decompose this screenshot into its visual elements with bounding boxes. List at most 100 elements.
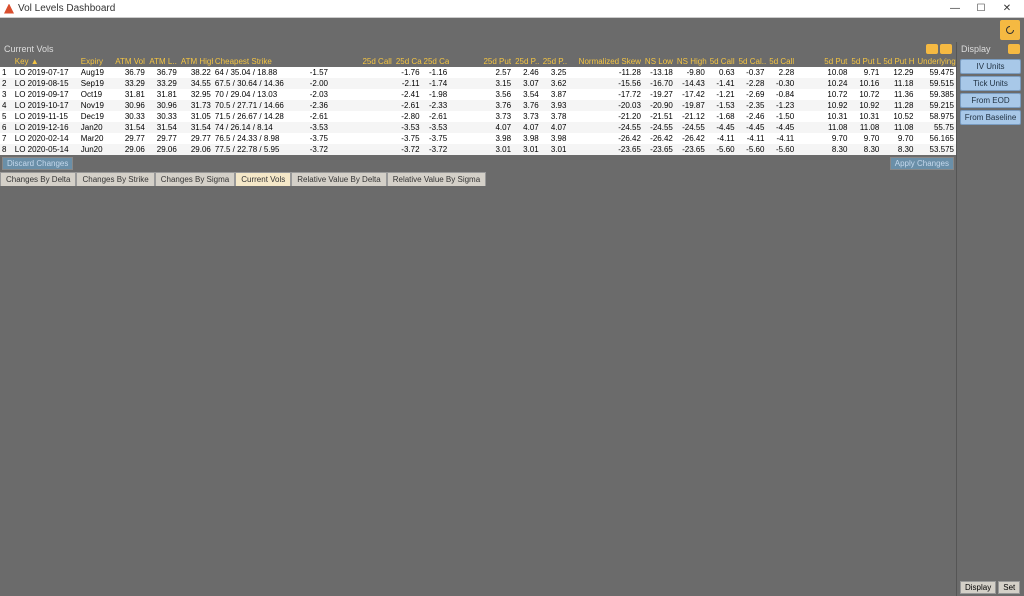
table-cell: LO 2019-09-17 [13,89,79,100]
table-row[interactable]: 7LO 2020-02-14Mar2029.7729.7729.7776.5 /… [0,133,956,144]
display-button[interactable]: Display [960,581,996,594]
column-header[interactable]: 5d Call [707,56,737,67]
table-cell: -1.98 [422,89,450,100]
table-cell: 77.5 / 22.78 / 5.95 [213,144,300,155]
column-header[interactable]: Key ▲ [13,56,79,67]
column-header[interactable]: ATM Vol [113,56,147,67]
column-header[interactable]: 5d Call [766,56,796,67]
table-cell: -17.72 [568,89,643,100]
table-cell: -3.53 [300,122,330,133]
table-cell: 4 [0,100,13,111]
table-cell: 31.54 [113,122,147,133]
column-header[interactable]: 5d Put H.. [881,56,915,67]
table-header-row[interactable]: Key ▲ExpiryATM VolATM L..ATM HighCheapes… [0,56,956,67]
table-cell: Aug19 [79,67,113,78]
table-cell: -2.46 [737,111,767,122]
maximize-button[interactable]: ☐ [968,1,994,17]
table-cell: 10.24 [796,78,849,89]
table-cell: LO 2019-10-17 [13,100,79,111]
side-buttons: IV Units Tick Units From EOD From Baseline [957,56,1024,128]
column-header[interactable]: ATM High [179,56,213,67]
minimize-button[interactable]: — [942,1,968,17]
table-cell: 70 / 29.04 / 13.03 [213,89,300,100]
table-cell: LO 2020-05-14 [13,144,79,155]
table-cell: -4.45 [707,122,737,133]
table-cell: 3.78 [541,111,569,122]
refresh-icon[interactable] [1000,20,1020,40]
panel-settings-icon[interactable] [926,44,938,54]
apply-changes-button[interactable]: Apply Changes [890,157,954,170]
tab-relative-value-by-delta[interactable]: Relative Value By Delta [291,172,386,186]
table-row[interactable]: 1LO 2019-07-17Aug1936.7936.7938.2264 / 3… [0,67,956,78]
table-cell: 3.98 [449,133,513,144]
table-cell: -26.42 [568,133,643,144]
column-header[interactable]: Underlying [915,56,956,67]
column-header[interactable]: ATM L.. [147,56,179,67]
table-cell: -4.11 [737,133,767,144]
tab-changes-by-sigma[interactable]: Changes By Sigma [155,172,235,186]
table-cell: 3.56 [449,89,513,100]
column-header[interactable] [0,56,13,67]
tab-relative-value-by-sigma[interactable]: Relative Value By Sigma [387,172,486,186]
table-cell: -21.20 [568,111,643,122]
tab-changes-by-strike[interactable]: Changes By Strike [76,172,154,186]
right-panel: Display IV Units Tick Units From EOD From B… [956,42,1024,596]
right-panel-title: Display [961,44,991,54]
table-cell: 31.05 [179,111,213,122]
column-header[interactable]: 25d Ca.. [394,56,422,67]
column-header[interactable]: 5d Put L.. [849,56,881,67]
table-cell: -2.80 [394,111,422,122]
column-header[interactable]: 25d Ca.. [422,56,450,67]
table-cell: 3.01 [449,144,513,155]
set-button[interactable]: Set [998,581,1020,594]
table-cell: 10.16 [849,78,881,89]
table-row[interactable]: 5LO 2019-11-15Dec1930.3330.3331.0571.5 /… [0,111,956,122]
right-panel-settings-icon[interactable] [1008,44,1020,54]
table-cell: 10.31 [849,111,881,122]
table-cell: 6 [0,122,13,133]
column-header[interactable]: 25d Put [449,56,513,67]
column-header[interactable]: NS Low [643,56,675,67]
table-cell: -23.65 [568,144,643,155]
table-row[interactable]: 6LO 2019-12-16Jan2031.5431.5431.5474 / 2… [0,122,956,133]
column-header[interactable]: 25d P.. [513,56,541,67]
table-cell: 2.28 [766,67,796,78]
table-cell: 56.165 [915,133,956,144]
table-cell: 9.70 [796,133,849,144]
discard-changes-button[interactable]: Discard Changes [2,157,73,170]
column-header[interactable] [300,56,330,67]
from-baseline-button[interactable]: From Baseline [960,110,1021,125]
table-cell: -21.12 [675,111,707,122]
table-cell: 31.81 [113,89,147,100]
table-row[interactable]: 4LO 2019-10-17Nov1930.9630.9631.7370.5 /… [0,100,956,111]
panel-close-icon[interactable] [940,44,952,54]
column-header[interactable]: Cheapest Strike [213,56,300,67]
column-header[interactable]: 25d P.. [541,56,569,67]
column-header[interactable]: 5d Put [796,56,849,67]
column-header[interactable]: 25d Call [330,56,394,67]
table-cell: -23.65 [675,144,707,155]
table-cell: -3.53 [422,122,450,133]
column-header[interactable]: Expiry [79,56,113,67]
table-cell: 11.08 [796,122,849,133]
table-cell [330,133,394,144]
table-cell: 11.08 [849,122,881,133]
tab-changes-by-delta[interactable]: Changes By Delta [0,172,76,186]
column-header[interactable]: Normalized Skew [568,56,643,67]
close-button[interactable]: ✕ [994,1,1020,17]
vol-levels-table[interactable]: Key ▲ExpiryATM VolATM L..ATM HighCheapes… [0,56,956,155]
table-cell: -2.61 [394,100,422,111]
table-row[interactable]: 3LO 2019-09-17Oct1931.8131.8132.9570 / 2… [0,89,956,100]
iv-units-button[interactable]: IV Units [960,59,1021,74]
tick-units-button[interactable]: Tick Units [960,76,1021,91]
from-eod-button[interactable]: From EOD [960,93,1021,108]
table-row[interactable]: 2LO 2019-08-15Sep1933.2933.2934.5567.5 /… [0,78,956,89]
table-cell: -2.03 [300,89,330,100]
table-cell: 11.28 [881,100,915,111]
column-header[interactable]: NS High [675,56,707,67]
title-bar: Vol Levels Dashboard — ☐ ✕ [0,0,1024,18]
tab-current-vols[interactable]: Current Vols [235,172,291,186]
left-panel-title: Current Vols [4,44,54,54]
column-header[interactable]: 5d Cal.. [737,56,767,67]
table-row[interactable]: 8LO 2020-05-14Jun2029.0629.0629.0677.5 /… [0,144,956,155]
